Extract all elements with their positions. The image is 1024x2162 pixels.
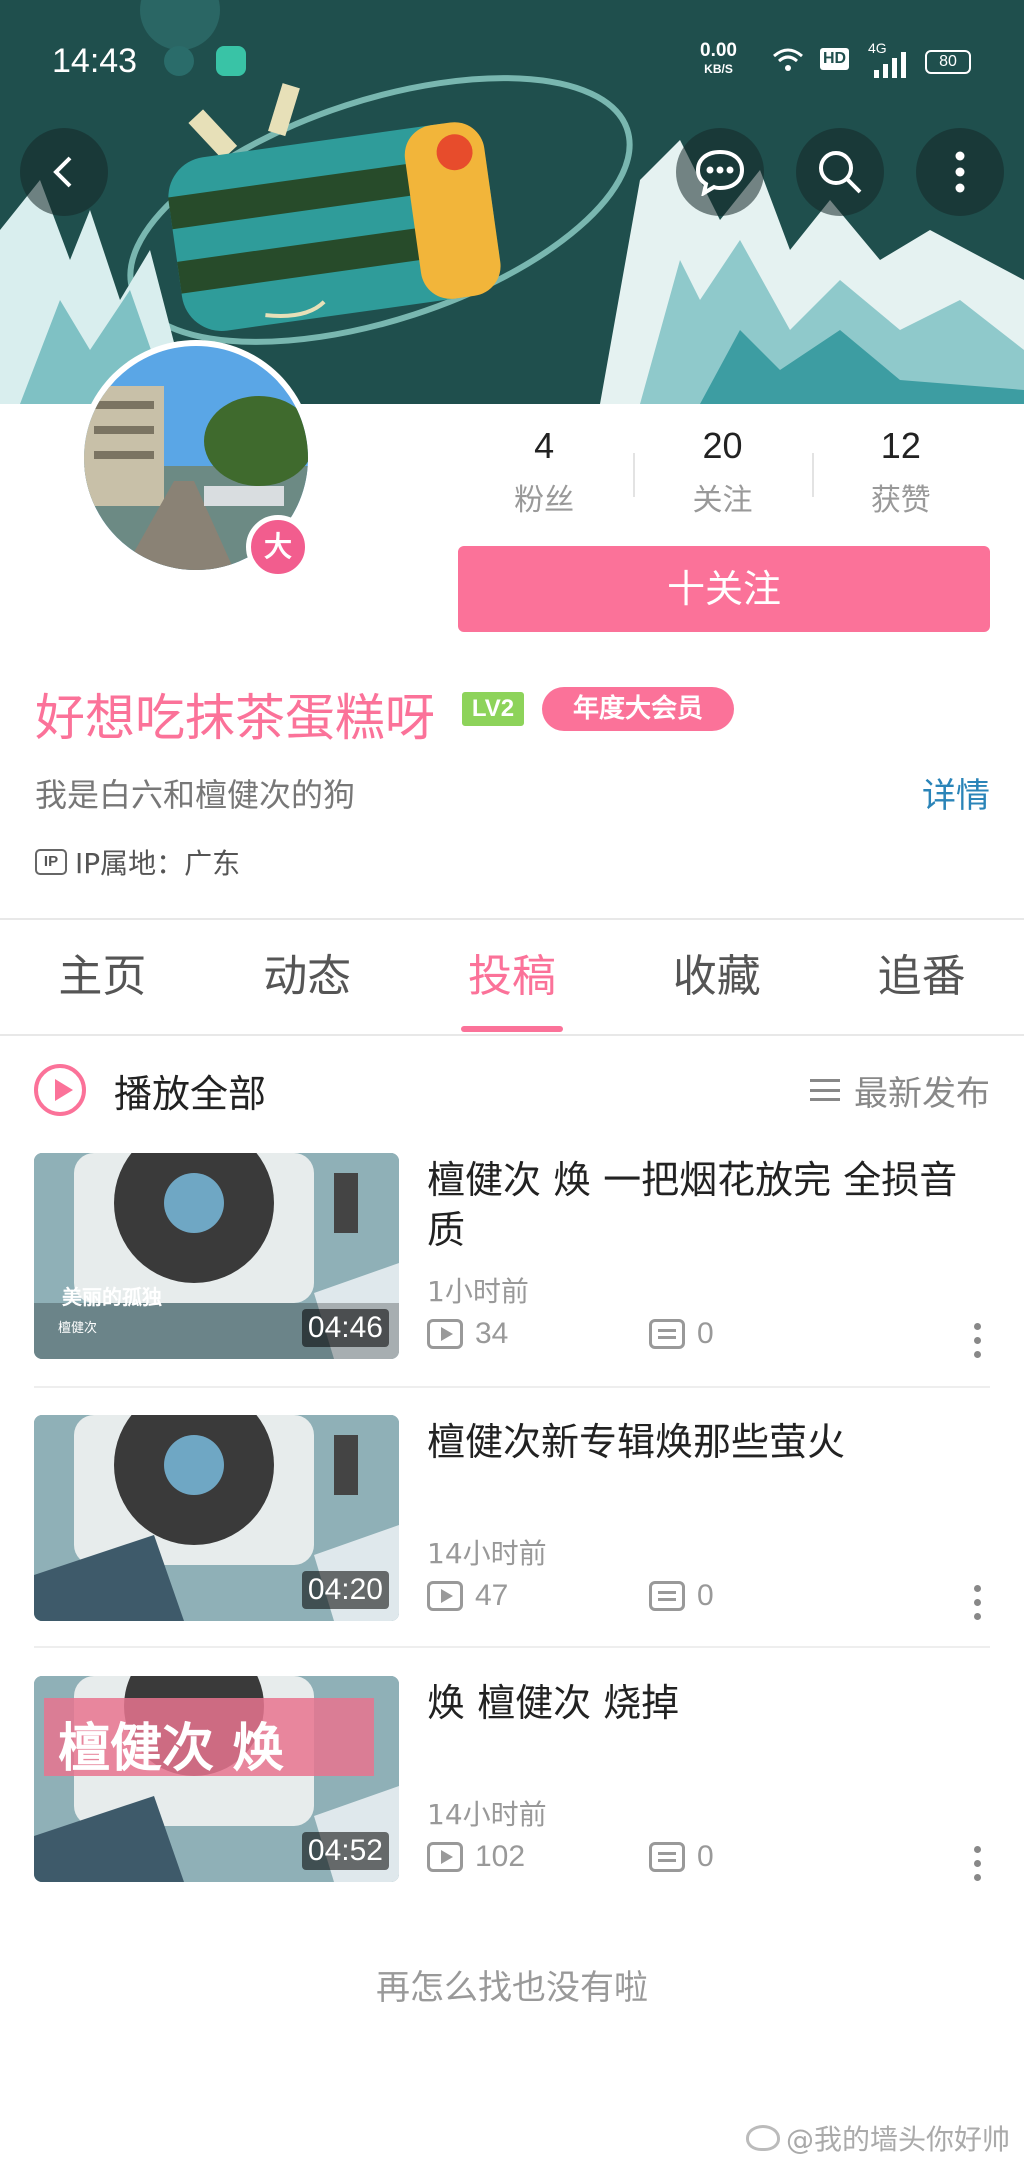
video-title[interactable]: 檀健次 焕 一把烟花放完 全损音质 — [427, 1155, 987, 1255]
video-thumbnail[interactable]: 檀健次 焕 04:52 — [34, 1676, 399, 1882]
end-of-list-text: 再怎么找也没有啦 — [376, 1968, 648, 2008]
play-all-label: 播放全部 — [114, 1071, 267, 1116]
more-vertical-icon — [955, 151, 965, 193]
tabs-divider — [0, 1034, 1024, 1036]
play-count-value: 47 — [475, 1579, 509, 1612]
stat-likes[interactable]: 12 获赞 — [811, 425, 990, 525]
tab-home[interactable]: 主页 — [0, 920, 205, 1034]
video-item[interactable]: 04:20 檀健次新专辑焕那些萤火 14小时前 47 0 — [34, 1415, 990, 1621]
network-speed-value: 0.00 — [700, 40, 737, 61]
video-play-count: 34 — [427, 1317, 508, 1351]
more-button[interactable] — [916, 128, 1004, 216]
stat-value: 12 — [880, 425, 921, 466]
stat-value: 20 — [702, 425, 743, 466]
vip-badge: 大 — [246, 515, 310, 579]
stat-label: 粉丝 — [514, 483, 575, 518]
weibo-icon — [745, 2125, 780, 2151]
thumbnail-subcaption: 檀健次 — [58, 1321, 98, 1336]
video-play-count: 47 — [427, 1579, 508, 1613]
play-all-button[interactable]: 播放全部 — [34, 1060, 266, 1120]
tab-bangumi[interactable]: 追番 — [819, 920, 1024, 1034]
profile-tabs: 主页 动态 投稿 收藏 追番 — [0, 920, 1024, 1034]
video-publish-time: 1小时前 — [427, 1275, 529, 1308]
vip-membership-tag[interactable]: 年度大会员 — [542, 687, 734, 731]
comment-count-icon — [649, 1581, 685, 1611]
stat-label: 关注 — [692, 483, 753, 518]
video-comment-count: 0 — [649, 1840, 714, 1874]
comment-count-value: 0 — [697, 1840, 714, 1873]
video-duration: 04:46 — [301, 1309, 389, 1347]
list-divider — [34, 1386, 990, 1388]
ip-location-label: IP属地：广东 — [75, 847, 241, 880]
wifi-icon — [773, 48, 803, 71]
video-more-icon[interactable] — [974, 1846, 982, 1886]
app-notification-icon — [216, 46, 246, 76]
stat-fans[interactable]: 4 粉丝 — [455, 425, 633, 525]
message-button[interactable] — [676, 128, 764, 216]
signature: 我是白六和檀健次的狗 — [35, 776, 356, 814]
video-thumbnail[interactable]: 美丽的孤独 檀健次 04:46 — [34, 1153, 399, 1359]
ip-icon: IP — [35, 849, 67, 875]
hd-icon: HD — [820, 48, 850, 70]
comment-count-value: 0 — [697, 1579, 714, 1612]
level-badge: LV2 — [462, 692, 524, 726]
video-comment-count: 0 — [649, 1579, 714, 1613]
tab-favorites[interactable]: 收藏 — [614, 920, 819, 1034]
video-title[interactable]: 焕 檀健次 烧掉 — [427, 1678, 987, 1728]
video-item[interactable]: 檀健次 焕 04:52 焕 檀健次 烧掉 14小时前 102 0 — [34, 1676, 990, 1882]
video-play-count: 102 — [427, 1840, 525, 1874]
username: 好想吃抹茶蛋糕呀 — [35, 689, 435, 747]
play-count-value: 34 — [475, 1317, 509, 1350]
app-notification-icon — [164, 46, 194, 76]
play-count-icon — [427, 1581, 463, 1611]
battery-indicator: 80 — [925, 50, 971, 74]
stat-value: 4 — [534, 425, 555, 466]
signal-icon — [874, 52, 906, 78]
video-publish-time: 14小时前 — [427, 1798, 547, 1831]
tab-dynamics[interactable]: 动态 — [205, 920, 410, 1034]
play-count-icon — [427, 1842, 463, 1872]
play-circle-icon — [34, 1064, 86, 1116]
network-speed: 0.00 KB/S — [700, 40, 737, 78]
thumbnail-caption: 美丽的孤独 — [62, 1285, 162, 1309]
comment-count-value: 0 — [697, 1317, 714, 1350]
sort-label: 最新发布 — [854, 1073, 990, 1114]
video-publish-time: 14小时前 — [427, 1537, 547, 1570]
video-comment-count: 0 — [649, 1317, 714, 1351]
video-duration: 04:52 — [301, 1832, 389, 1870]
follow-button[interactable]: 十关注 — [458, 546, 990, 632]
list-sort-icon — [810, 1079, 840, 1101]
list-divider — [34, 1646, 990, 1648]
tab-uploads[interactable]: 投稿 — [410, 920, 615, 1034]
stat-following[interactable]: 20 关注 — [633, 425, 811, 525]
back-button[interactable] — [20, 128, 108, 216]
video-more-icon[interactable] — [974, 1323, 982, 1363]
video-thumbnail[interactable]: 04:20 — [34, 1415, 399, 1621]
video-item[interactable]: 美丽的孤独 檀健次 04:46 檀健次 焕 一把烟花放完 全损音质 1小时前 3… — [34, 1153, 990, 1359]
search-icon — [819, 151, 862, 194]
profile-banner: 14:43 0.00 KB/S HD 4G 80 — [0, 0, 1024, 404]
search-button[interactable] — [796, 128, 884, 216]
comment-count-icon — [649, 1842, 685, 1872]
play-count-icon — [427, 1319, 463, 1349]
video-duration: 04:20 — [301, 1571, 389, 1609]
back-arrow-icon — [53, 156, 72, 188]
video-title[interactable]: 檀健次新专辑焕那些萤火 — [427, 1417, 987, 1467]
watermark: @我的墙头你好帅 — [745, 2118, 1010, 2158]
play-count-value: 102 — [475, 1840, 526, 1873]
thumbnail-caption: 檀健次 焕 — [58, 1719, 285, 1779]
watermark-text: @我的墙头你好帅 — [785, 2123, 1010, 2156]
detail-link[interactable]: 详情 — [922, 768, 990, 817]
network-speed-unit: KB/S — [704, 62, 733, 76]
status-bar: 14:43 0.00 KB/S HD 4G 80 — [0, 30, 1024, 90]
sort-dropdown[interactable]: 最新发布 — [810, 1062, 990, 1118]
ip-location: IP IP属地：广东 — [35, 842, 240, 882]
video-more-icon[interactable] — [974, 1585, 982, 1625]
chat-bubble-icon — [695, 149, 745, 196]
profile-stats: 4 粉丝 20 关注 12 获赞 — [455, 425, 990, 525]
comment-count-icon — [649, 1319, 685, 1349]
status-time: 14:43 — [52, 42, 138, 80]
stat-label: 获赞 — [870, 483, 931, 518]
